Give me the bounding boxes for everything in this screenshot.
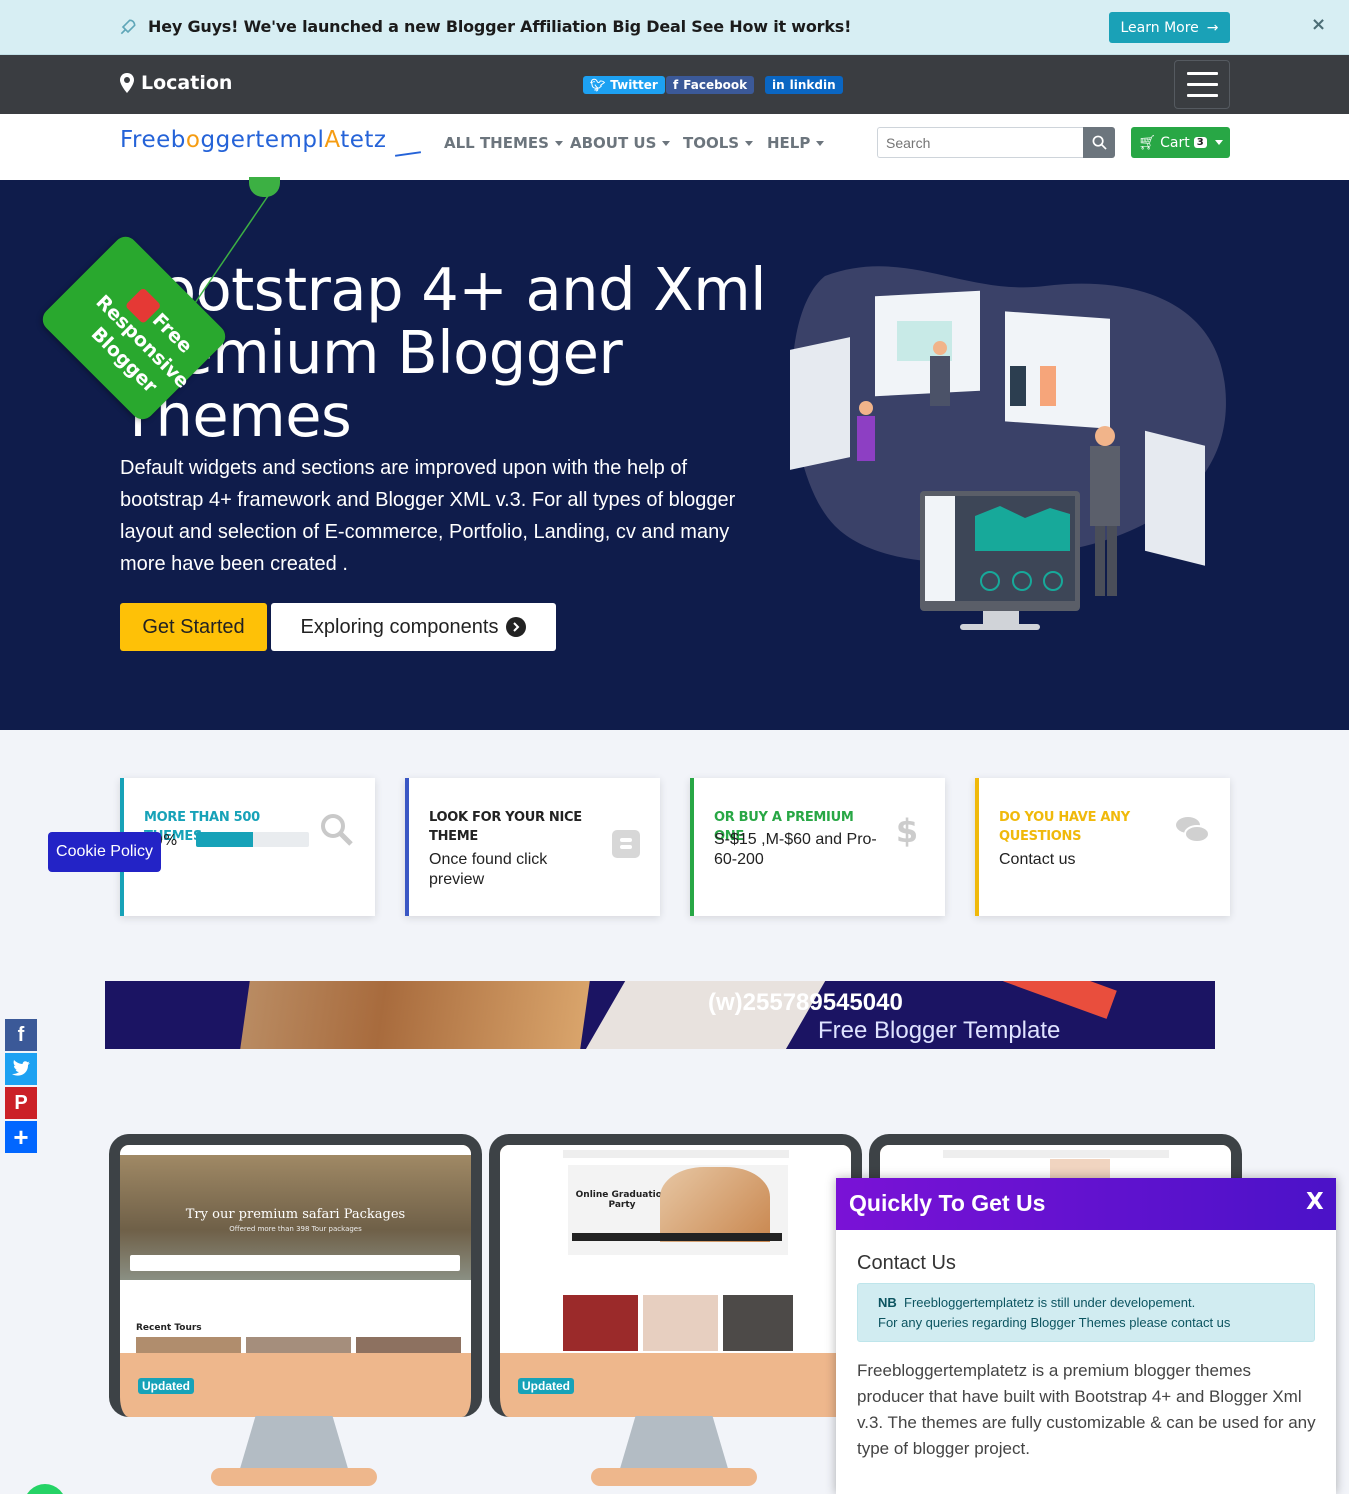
alert-tag: NB (878, 1295, 897, 1310)
arrow-right-icon: → (1206, 19, 1219, 36)
feature-body: Contact us (999, 851, 1076, 868)
learn-more-label: Learn More (1120, 19, 1199, 36)
ad-banner[interactable]: (w)255789545040 Free Blogger Template (105, 981, 1215, 1049)
theme-screenshot: Online Graduation Party (500, 1145, 851, 1353)
monitor-stand (239, 1416, 349, 1472)
explore-label: Exploring components (300, 615, 499, 638)
monitor-foot (211, 1468, 377, 1486)
cart-button[interactable]: 🛒︎ Cart 3 (1131, 127, 1230, 158)
caret-down-icon (745, 140, 754, 146)
announcement-bar: Hey Guys! We've launched a new Blogger A… (0, 0, 1349, 55)
hero-illustration (790, 266, 1226, 630)
cart-icon: 🛒︎ (1138, 134, 1157, 151)
popup-header: Quickly To Get Us X (836, 1178, 1336, 1230)
search-icon (1092, 135, 1107, 150)
twitter-icon: 🐦︎ (590, 78, 606, 92)
cart-label: Cart (1160, 134, 1190, 151)
search-icon (321, 814, 353, 846)
caret-down-icon (662, 140, 671, 146)
facebook-icon: f (673, 78, 679, 92)
twitter-share-icon[interactable] (5, 1053, 37, 1085)
updated-badge: Updated (518, 1378, 574, 1394)
search-input[interactable] (877, 127, 1083, 158)
close-announcement-icon[interactable]: × (1311, 14, 1326, 35)
feature-title: LOOK FOR YOUR NICE THEME (429, 810, 582, 844)
nav-all-themes[interactable]: ALL THEMES (444, 134, 563, 152)
contact-popup: Quickly To Get Us X Contact Us NB Freebl… (836, 1178, 1336, 1494)
monitor-stand (619, 1416, 729, 1472)
theme-preview-monitor[interactable]: Try our premium safari Packages Offered … (109, 1134, 482, 1417)
announcement-message: Hey Guys! We've launched a new Blogger A… (148, 17, 852, 36)
popup-alert: NB Freebloggertemplatetz is still under … (857, 1283, 1315, 1342)
theme-screenshot: Try our premium safari Packages Offered … (120, 1145, 471, 1353)
nav-tools[interactable]: TOOLS (683, 134, 754, 152)
banner-image-strip (240, 981, 590, 1049)
location-label: Location (141, 72, 233, 94)
comments-icon (1176, 817, 1210, 843)
updated-badge: Updated (138, 1378, 194, 1394)
linkedin-link[interactable]: in linkdin (765, 76, 843, 94)
get-started-button[interactable]: Get Started (120, 603, 267, 651)
feature-card-look: LOOK FOR YOUR NICE THEME Once found clic… (405, 778, 660, 916)
blogger-icon (612, 830, 640, 858)
progress-bar (196, 832, 309, 847)
close-popup-button[interactable]: X (1306, 1189, 1324, 1215)
linkedin-icon: in (772, 78, 785, 92)
hamburger-menu-button[interactable] (1174, 60, 1230, 109)
feature-body: Once found click preview (429, 851, 548, 888)
twitter-link[interactable]: 🐦︎ Twitter (583, 76, 665, 94)
facebook-link[interactable]: f Facebook (666, 76, 755, 94)
map-marker-icon (120, 73, 134, 93)
monitor-foot (591, 1468, 757, 1486)
caret-down-icon (816, 140, 825, 146)
cart-count-badge: 3 (1193, 137, 1207, 148)
linkedin-label: linkdin (789, 78, 836, 92)
theme-preview-monitor[interactable]: Online Graduation Party Updated (489, 1134, 862, 1417)
location-link[interactable]: Location (120, 72, 232, 94)
popup-title: Quickly To Get Us (849, 1190, 1046, 1216)
site-logo[interactable]: FreeboggertemplAtetz (120, 127, 386, 153)
facebook-share-icon[interactable]: f (5, 1019, 37, 1051)
facebook-label: Facebook (683, 78, 748, 92)
nav-help[interactable]: HELP (767, 134, 825, 152)
banner-phone: (w)255789545040 (708, 989, 903, 1016)
screen-sub: Offered more than 398 Tour packages (229, 1225, 362, 1233)
alert-line1: Freebloggertemplatetz is still under dev… (904, 1295, 1196, 1310)
screen-title: Try our premium safari Packages (185, 1207, 406, 1222)
chevron-right-icon (506, 617, 527, 637)
feature-title: DO YOU HAVE ANY QUESTIONS (999, 810, 1130, 844)
popup-heading: Contact Us (857, 1252, 956, 1274)
twitter-label: Twitter (610, 78, 658, 92)
feature-card-premium: OR BUY A PREMIUM ONE S-$15 ,M-$60 and Pr… (690, 778, 945, 916)
hero-section: Bootstrap 4+ and Xml Premium Blogger The… (0, 180, 1349, 730)
top-bar: Location 🐦︎ Twitter f Facebook in linkdin (0, 55, 1349, 114)
hero-description: Default widgets and sections are improve… (120, 457, 736, 575)
feature-body: S-$15 ,M-$60 and Pro-60-200 (714, 831, 877, 868)
banner-subtitle: Free Blogger Template (818, 1017, 1061, 1044)
popup-description: Freebloggertemplatetz is a premium blogg… (857, 1361, 1316, 1458)
ribbon-string (194, 192, 271, 304)
chat-button[interactable] (24, 1484, 66, 1494)
search-button[interactable] (1083, 127, 1115, 158)
rocket-icon (120, 19, 136, 35)
explore-components-button[interactable]: Exploring components (271, 603, 556, 651)
screen-title: Online Graduation Party (575, 1190, 669, 1210)
nav-about-us[interactable]: ABOUT US (570, 134, 671, 152)
screen-section: Recent Tours (136, 1323, 202, 1333)
cookie-policy-button[interactable]: Cookie Policy (48, 832, 161, 872)
feature-card-questions: DO YOU HAVE ANY QUESTIONS Contact us (975, 778, 1230, 916)
learn-more-button[interactable]: Learn More → (1109, 12, 1230, 43)
banner-accent (1003, 981, 1117, 1019)
alert-line2: For any queries regarding Blogger Themes… (878, 1315, 1231, 1330)
plus-share-icon[interactable]: + (5, 1121, 37, 1153)
dollar-icon: $ (895, 812, 919, 850)
caret-down-icon (554, 140, 563, 146)
pinterest-share-icon[interactable]: P (5, 1087, 37, 1119)
caret-down-icon (1214, 140, 1223, 145)
